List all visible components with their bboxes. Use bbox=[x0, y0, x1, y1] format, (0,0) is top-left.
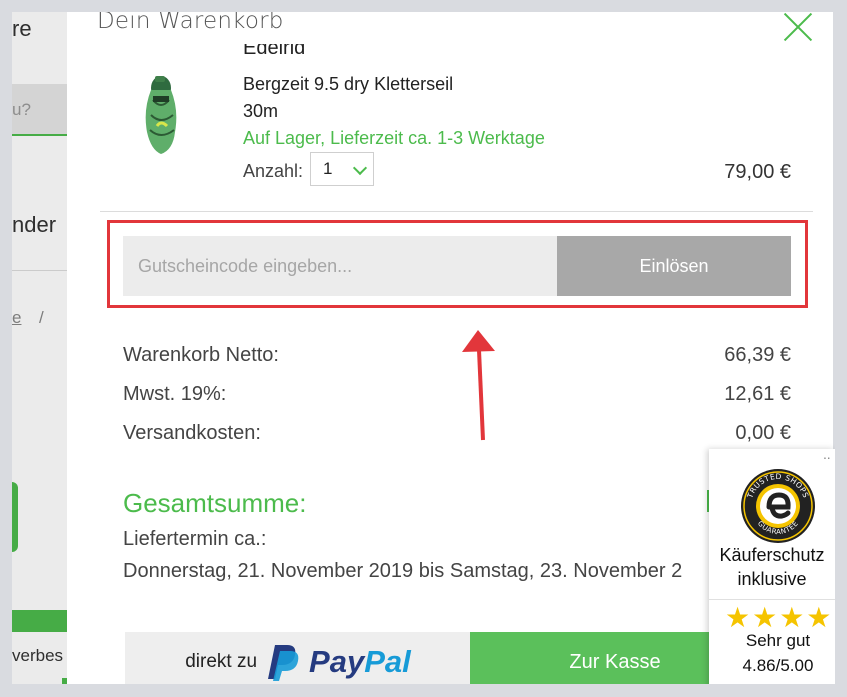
delivery-label: Liefertermin ca.: bbox=[123, 528, 267, 550]
item-name[interactable]: Bergzeit 9.5 dry Kletterseil bbox=[243, 74, 453, 95]
item-brand-text: Edelrid bbox=[243, 44, 306, 59]
summary-vat-value: 12,61 € bbox=[724, 383, 791, 405]
paypal-wordmark: PayPal bbox=[309, 644, 411, 680]
chevron-down-icon bbox=[352, 160, 368, 176]
paypal-checkout-button[interactable]: direkt zu PayPal bbox=[125, 632, 471, 692]
badge-menu-icon[interactable]: ·· bbox=[823, 449, 831, 465]
rating-score: 4.86/5.00 bbox=[742, 656, 814, 675]
badge-divider bbox=[709, 599, 835, 600]
checkout-label: Zur Kasse bbox=[569, 650, 661, 673]
frame-bottom bbox=[0, 684, 847, 697]
close-icon[interactable] bbox=[781, 10, 815, 44]
buyer-protection-sublabel: inklusive bbox=[737, 569, 807, 589]
paypal-word-pal: Pal bbox=[364, 644, 411, 679]
total-label: Gesamtsumme: bbox=[123, 488, 307, 518]
delivery-dates: Donnerstag, 21. November 2019 bis Samsta… bbox=[123, 560, 683, 582]
item-price: 79,00 € bbox=[724, 161, 791, 183]
frame-right bbox=[835, 0, 847, 697]
summary-net-value: 66,39 € bbox=[724, 344, 791, 366]
summary-vat-label: Mwst. 19%: bbox=[123, 383, 227, 405]
frame-left bbox=[0, 0, 12, 697]
rating-label: Sehr gut bbox=[745, 631, 811, 650]
paypal-word-pay: Pay bbox=[309, 644, 365, 679]
redeem-coupon-button[interactable]: Einlösen bbox=[557, 236, 791, 296]
summary-shipping-label: Versandkosten: bbox=[123, 422, 261, 444]
paypal-prefix: direkt zu bbox=[185, 651, 258, 672]
coupon-code-input[interactable] bbox=[123, 236, 557, 296]
paypal-logo: PayPal bbox=[267, 643, 411, 681]
paypal-p-icon bbox=[268, 645, 299, 681]
item-stock-status: Auf Lager, Lieferzeit ca. 1-3 Werktage bbox=[243, 128, 545, 148]
quantity-label: Anzahl: bbox=[243, 161, 304, 181]
buyer-protection-label: Käuferschutz bbox=[719, 545, 825, 565]
trusted-shops-badge[interactable]: ·· TRUSTED SHOPS GUARANTEE Käuferschutz … bbox=[709, 449, 847, 687]
item-variant: 30m bbox=[243, 101, 279, 121]
rating-stars: ★★★★★ bbox=[725, 602, 847, 633]
summary-net-label: Warenkorb Netto: bbox=[123, 344, 279, 366]
frame-top bbox=[0, 0, 847, 12]
trusted-shops-seal-icon: TRUSTED SHOPS GUARANTEE bbox=[741, 469, 815, 543]
summary-row-net: Warenkorb Netto: 66,39 € bbox=[123, 344, 791, 367]
summary-row-shipping: Versandkosten: 0,00 € bbox=[123, 422, 791, 445]
summary-shipping-value: 0,00 € bbox=[735, 422, 791, 444]
rope-product-image bbox=[145, 76, 177, 154]
item-divider bbox=[100, 211, 813, 212]
quantity-value: 1 bbox=[323, 159, 333, 178]
quantity-select[interactable]: 1 bbox=[310, 152, 374, 186]
item-brand: Edelrid bbox=[243, 44, 305, 64]
summary-row-vat: Mwst. 19%: 12,61 € bbox=[123, 383, 791, 406]
